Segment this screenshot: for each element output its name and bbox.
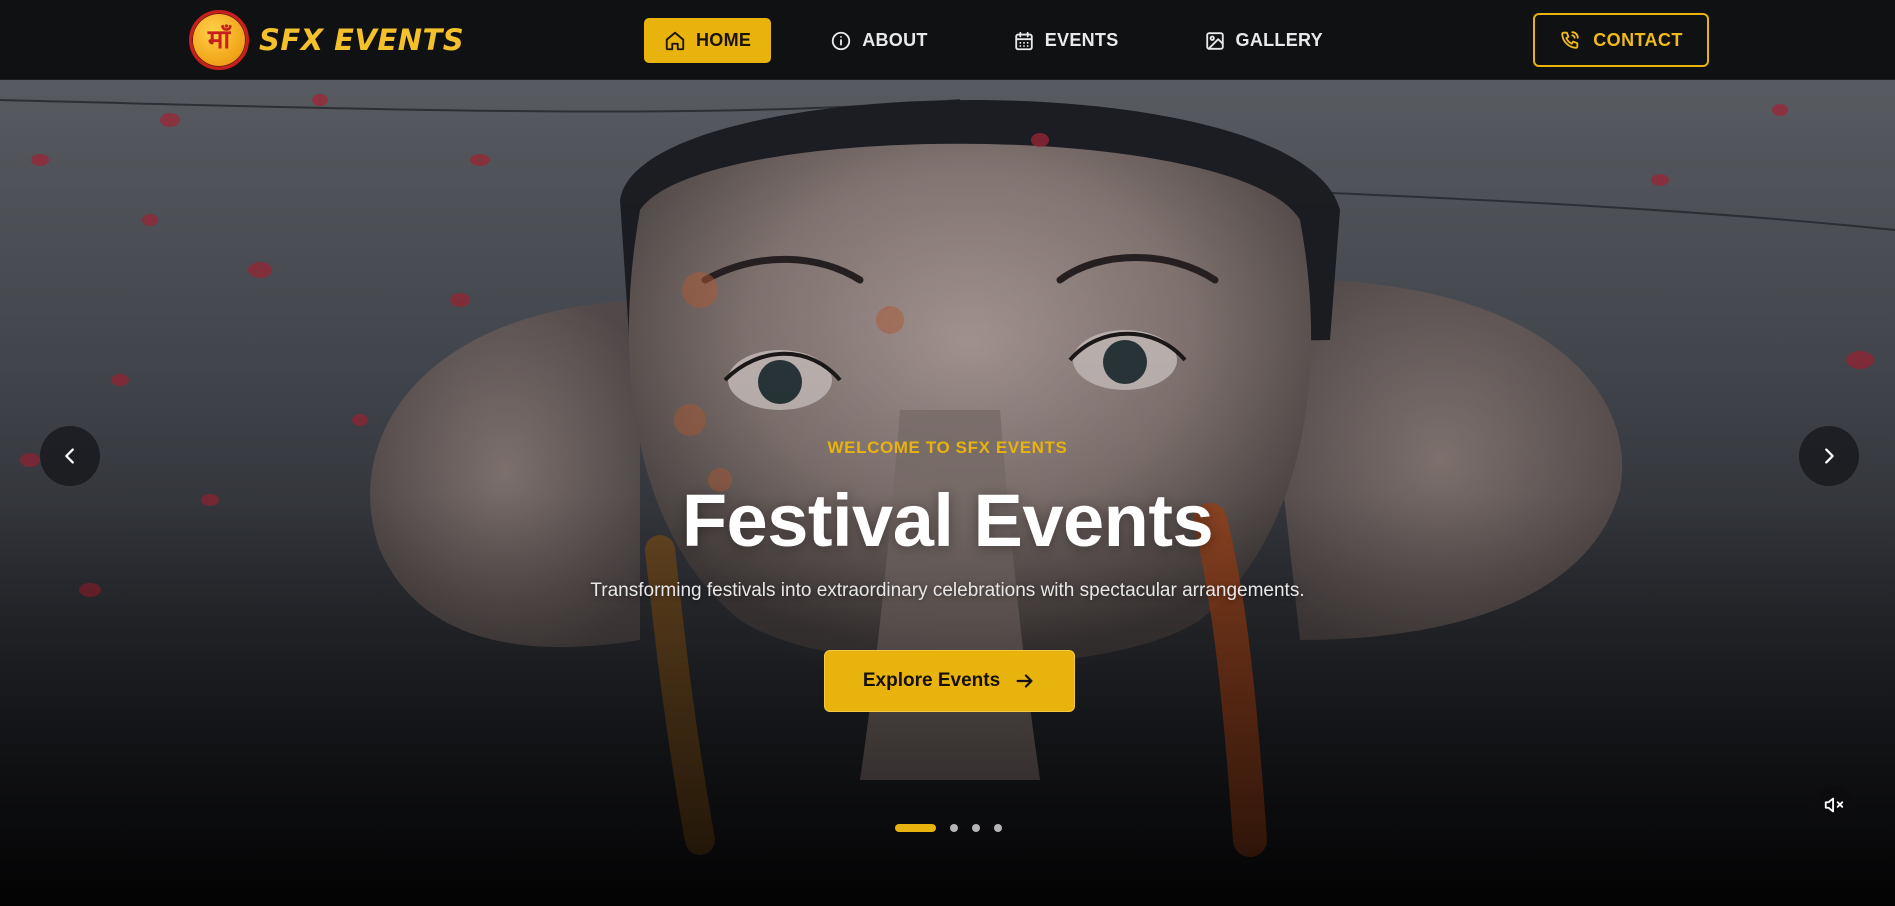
brand-logo-link[interactable]: माँ SFX EVENTS (189, 9, 464, 71)
arrow-right-icon (1016, 674, 1033, 688)
contact-button[interactable]: CONTACT (1533, 13, 1709, 67)
image-icon (1205, 31, 1224, 50)
contact-label: CONTACT (1593, 29, 1683, 50)
logo-glyph: माँ (207, 25, 231, 55)
nav-item-label: HOME (696, 30, 752, 50)
info-icon (832, 31, 851, 50)
slide-dot-3[interactable] (972, 824, 980, 832)
top-navbar: माँ SFX EVENTS HOME ABOUT EVENTS GALLERY… (0, 0, 1895, 80)
slide-dot-1[interactable] (895, 824, 936, 832)
nav-item-label: ABOUT (862, 30, 928, 50)
mute-toggle-button[interactable] (1815, 786, 1853, 824)
main-nav: HOME ABOUT EVENTS GALLERY (644, 18, 1343, 63)
slide-dot-4[interactable] (994, 824, 1002, 832)
brand-name: SFX EVENTS (259, 23, 465, 57)
nav-item-about[interactable]: ABOUT (810, 18, 948, 63)
slide-dot-2[interactable] (950, 824, 958, 832)
cta-label: Explore Events (862, 670, 1001, 691)
nav-item-label: GALLERY (1235, 30, 1323, 50)
explore-events-button[interactable]: Explore Events (824, 650, 1075, 712)
calendar-icon (1014, 31, 1033, 50)
home-icon (665, 31, 685, 50)
hero-eyebrow: WELCOME TO SFX EVENTS (827, 438, 1068, 457)
nav-item-label: EVENTS (1044, 30, 1119, 50)
hero-slider: WELCOME TO SFX EVENTS Festival Events Tr… (0, 80, 1895, 906)
nav-item-events[interactable]: EVENTS (993, 18, 1139, 63)
hero-title: Festival Events (681, 479, 1214, 562)
hero-subtitle: Transforming festivals into extraordinar… (590, 580, 1305, 601)
nav-item-home[interactable]: HOME (644, 18, 772, 63)
phone-icon (1561, 31, 1579, 49)
brand-logo-icon: माँ (189, 10, 249, 70)
nav-item-gallery[interactable]: GALLERY (1184, 18, 1343, 63)
volume-mute-icon (1824, 797, 1844, 813)
slide-indicators (895, 822, 1002, 834)
